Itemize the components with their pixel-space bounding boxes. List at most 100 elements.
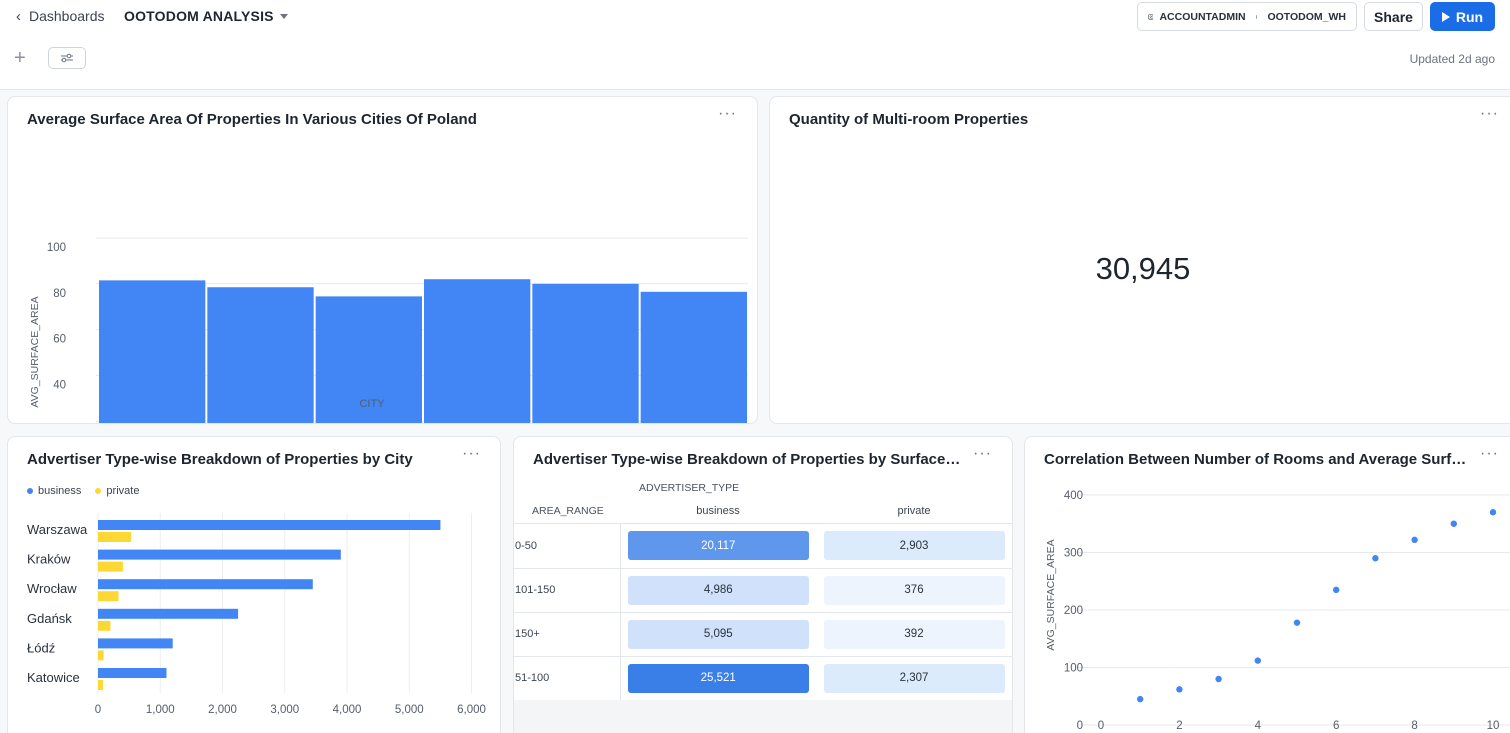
row-label: 150+ — [514, 612, 621, 656]
bar-private — [98, 561, 123, 572]
y-tick-label: Kraków — [27, 552, 71, 567]
x-tick-label: 2,000 — [208, 704, 237, 716]
table-cell[interactable]: 20,117 — [620, 524, 816, 568]
row-label: 0-50 — [514, 524, 621, 568]
x-tick-label: 4,000 — [333, 704, 362, 716]
y-tick-label: 300 — [1064, 548, 1083, 560]
user-role-icon — [1148, 13, 1154, 20]
bar-business — [98, 579, 313, 590]
share-button[interactable]: Share — [1364, 2, 1423, 31]
table-row: 150+ 5,095 392 — [514, 612, 1012, 656]
add-tile-icon[interactable]: + — [14, 48, 26, 68]
scatter-point — [1489, 509, 1497, 516]
y-tick-label: 400 — [1064, 490, 1083, 502]
top-bar: ‹ Dashboards OOTODOM ANALYSIS + ACCOUNTA… — [0, 0, 1510, 90]
scatter-point — [1215, 675, 1222, 683]
pivot-table: ADVERTISER_TYPE AREA_RANGE business priv… — [514, 477, 1012, 524]
bar-business — [98, 638, 173, 649]
scatter-point — [1333, 586, 1340, 594]
bar-chart: 020406080100WrocławWarszawaŁódźKrakówKat… — [29, 237, 748, 423]
horizontal-bar-chart: 0 1,000 2,000 3,000 4,000 5,000 6,000 Warszawa K… — [27, 513, 486, 716]
y-tick-label: 0 — [1077, 720, 1083, 732]
cell-value: 4,986 — [627, 575, 809, 605]
cell-value: 5,095 — [627, 619, 809, 649]
metric-value: 30,945 — [1095, 251, 1191, 286]
scatter-chart: 0 100 200 300 400 0 2 4 6 8 10 AVG_SURFACE_AREA — [1045, 490, 1510, 732]
y-tick-label: 100 — [1064, 663, 1083, 675]
tile-rooms-correlation: Correlation Between Number of Rooms and … — [1024, 436, 1510, 733]
y-tick-label: Gdańsk — [27, 611, 72, 626]
table-cell[interactable]: 392 — [816, 612, 1012, 656]
row-label: 101-150 — [514, 568, 621, 612]
x-tick-label: 5,000 — [395, 704, 424, 716]
y-tick-label: 200 — [1064, 605, 1083, 617]
scatter-point — [1176, 686, 1183, 693]
bar-business — [98, 668, 167, 678]
cell-value: 2,903 — [823, 531, 1005, 561]
context-selector[interactable]: ACCOUNTADMIN OOTODOM_WH — [1137, 2, 1357, 31]
table-cell[interactable]: 25,521 — [620, 656, 816, 700]
table-cell[interactable]: 5,095 — [620, 612, 816, 656]
y-tick-label: 100 — [47, 242, 66, 254]
scatter-point — [1411, 536, 1418, 544]
cell-value: 2,307 — [823, 663, 1005, 693]
table-cell[interactable]: 4,986 — [620, 568, 816, 612]
scatter-point — [1254, 657, 1261, 664]
column-group-header: ADVERTISER_TYPE — [639, 482, 740, 494]
run-button[interactable]: Run — [1430, 2, 1495, 31]
row-label: 51-100 — [514, 656, 621, 700]
bar-private — [98, 650, 104, 661]
table-row: 0-50 20,117 2,903 — [514, 524, 1012, 568]
filters-button[interactable] — [48, 47, 86, 69]
cell-value: 392 — [823, 619, 1005, 649]
x-tick-label: 3,000 — [270, 704, 299, 716]
y-tick-label: Łódź — [27, 640, 55, 655]
bar-business — [98, 549, 341, 560]
x-tick-label: 0 — [95, 704, 101, 716]
bar-private — [98, 620, 111, 631]
cell-value: 25,521 — [627, 663, 809, 693]
scatter-point — [1137, 695, 1144, 703]
tile-title: Quantity of Multi-room Properties — [789, 111, 1029, 128]
bar-private — [98, 532, 131, 542]
y-tick-label: Katowice — [27, 670, 80, 685]
table-cell[interactable]: 2,903 — [816, 524, 1012, 568]
y-tick-label: Wrocław — [27, 581, 77, 596]
y-axis-title: AVG_SURFACE_AREA — [29, 296, 41, 407]
cell-value: 376 — [823, 575, 1005, 605]
scatter-point — [1450, 520, 1457, 527]
y-tick-label: 40 — [53, 379, 66, 391]
x-tick-label: 10 — [1487, 720, 1500, 732]
x-tick-label: 2 — [1176, 720, 1182, 732]
table-cell[interactable]: 376 — [816, 568, 1012, 612]
tile-title: Advertiser Type-wise Breakdown of Proper… — [533, 451, 963, 468]
bar — [207, 287, 314, 423]
x-tick-label: 8 — [1411, 720, 1417, 732]
column-header: business — [696, 504, 740, 517]
bar — [640, 291, 747, 423]
dashboard-title: OOTODOM ANALYSIS — [124, 8, 274, 24]
sliders-icon — [61, 53, 73, 63]
updated-timestamp: Updated 2d ago — [1409, 52, 1495, 66]
back-to-dashboards-link[interactable]: ‹ Dashboards — [16, 6, 105, 26]
tile-advertiser-by-city: Advertiser Type-wise Breakdown of Proper… — [7, 436, 501, 733]
more-options-icon[interactable]: ··· — [973, 446, 992, 462]
bar — [532, 283, 639, 423]
bar-business — [98, 520, 441, 530]
tile-advertiser-by-area: Advertiser Type-wise Breakdown of Proper… — [513, 436, 1013, 733]
play-icon — [1441, 11, 1450, 22]
tile-avg-surface-area: Average Surface Area Of Properties In Va… — [7, 96, 758, 424]
scatter-point — [1293, 619, 1301, 626]
y-tick-label: 60 — [53, 334, 66, 346]
bar — [424, 279, 531, 423]
pivot-body: 0-50 20,117 2,903 101-150 4,986 376 150+ 5,095 3… — [514, 524, 1012, 701]
y-axis-title: AVG_SURFACE_AREA — [1045, 539, 1057, 650]
table-cell[interactable]: 2,307 — [816, 656, 1012, 700]
chevron-left-icon: ‹ — [16, 7, 21, 25]
dashboard-title-dropdown[interactable]: OOTODOM ANALYSIS — [124, 6, 288, 26]
more-options-icon[interactable]: ··· — [1480, 106, 1499, 122]
row-header: AREA_RANGE — [532, 504, 604, 517]
table-row: 51-100 25,521 2,307 — [514, 656, 1012, 700]
bar-private — [98, 591, 119, 602]
warehouse-name: OOTODOM_WH — [1267, 10, 1346, 23]
